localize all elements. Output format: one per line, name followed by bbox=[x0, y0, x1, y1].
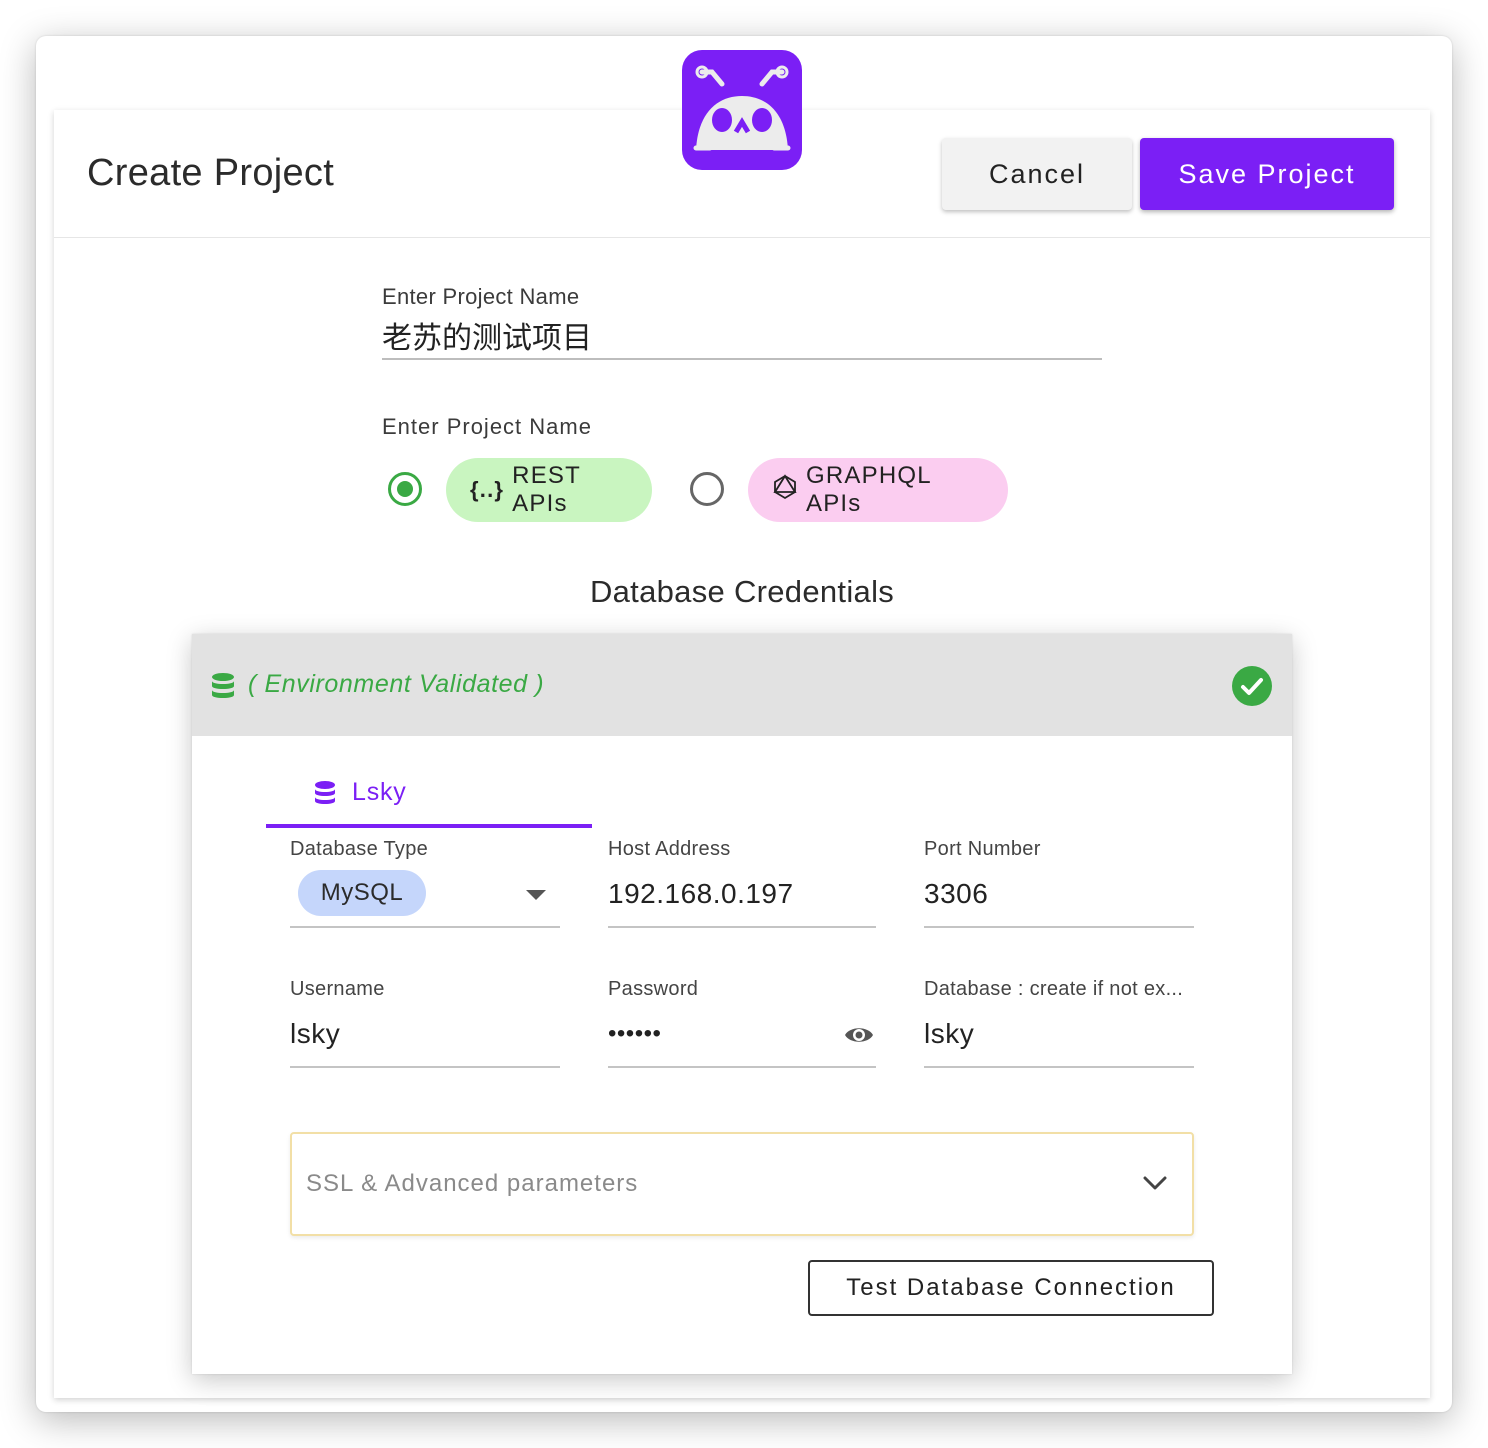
page-title: Create Project bbox=[87, 152, 335, 194]
host-address-input[interactable] bbox=[608, 874, 848, 914]
username-field: Username bbox=[290, 978, 560, 1068]
username-input[interactable] bbox=[290, 1014, 530, 1054]
database-type-select[interactable]: Database Type MySQL bbox=[290, 838, 560, 928]
project-name-input[interactable] bbox=[382, 312, 1102, 360]
database-panel: ( Environment Validated ) Lsky Database … bbox=[192, 634, 1292, 1374]
chevron-down-icon bbox=[1143, 1176, 1167, 1190]
caret-down-icon bbox=[526, 890, 546, 900]
host-address-label: Host Address bbox=[608, 838, 731, 860]
port-number-input[interactable] bbox=[924, 874, 1164, 914]
eye-icon[interactable] bbox=[844, 1024, 874, 1046]
database-name-input[interactable] bbox=[924, 1014, 1164, 1054]
password-input[interactable] bbox=[608, 1014, 828, 1054]
tab-label: Lsky bbox=[352, 778, 407, 806]
environment-status: ( Environment Validated ) bbox=[248, 670, 545, 698]
host-address-field: Host Address bbox=[608, 838, 876, 928]
database-credentials-title: Database Credentials bbox=[589, 574, 895, 609]
ssl-advanced-expander[interactable]: SSL & Advanced parameters bbox=[290, 1132, 1194, 1236]
rest-radio[interactable] bbox=[388, 472, 422, 506]
port-number-label: Port Number bbox=[924, 838, 1041, 860]
create-project-card: Create Project Cancel Save Project Enter… bbox=[54, 110, 1430, 1398]
tab-lsky[interactable]: Lsky bbox=[266, 764, 592, 828]
graphql-radio[interactable] bbox=[690, 472, 724, 506]
api-type-label: Enter Project Name bbox=[382, 414, 592, 439]
mysql-chip: MySQL bbox=[298, 870, 426, 916]
graphql-apis-label: GRAPHQL APIs bbox=[806, 462, 931, 517]
check-circle-icon bbox=[1232, 666, 1272, 706]
rest-apis-chip[interactable]: {..} REST APIs bbox=[446, 458, 652, 522]
database-type-label: Database Type bbox=[290, 838, 429, 860]
environment-header[interactable]: ( Environment Validated ) bbox=[192, 634, 1292, 736]
save-project-button[interactable]: Save Project bbox=[1140, 138, 1394, 210]
test-database-connection-button[interactable]: Test Database Connection bbox=[808, 1260, 1214, 1316]
ssl-advanced-label: SSL & Advanced parameters bbox=[306, 1170, 639, 1197]
password-field: Password bbox=[608, 978, 876, 1068]
graphql-apis-chip[interactable]: GRAPHQL APIs bbox=[748, 458, 1008, 522]
graphql-icon bbox=[772, 473, 798, 507]
password-label: Password bbox=[608, 978, 699, 1000]
username-label: Username bbox=[290, 978, 385, 1000]
port-number-field: Port Number bbox=[924, 838, 1194, 928]
project-name-label: Enter Project Name bbox=[382, 284, 580, 309]
cancel-button[interactable]: Cancel bbox=[942, 138, 1132, 210]
app-logo-icon bbox=[682, 50, 802, 170]
database-icon bbox=[212, 673, 234, 698]
database-icon bbox=[315, 781, 335, 804]
curly-braces-icon: {..} bbox=[470, 477, 505, 502]
rest-apis-label: REST APIs bbox=[512, 462, 581, 517]
database-name-field: Database : create if not ex... bbox=[924, 978, 1194, 1068]
database-name-label: Database : create if not ex... bbox=[924, 978, 1184, 1000]
